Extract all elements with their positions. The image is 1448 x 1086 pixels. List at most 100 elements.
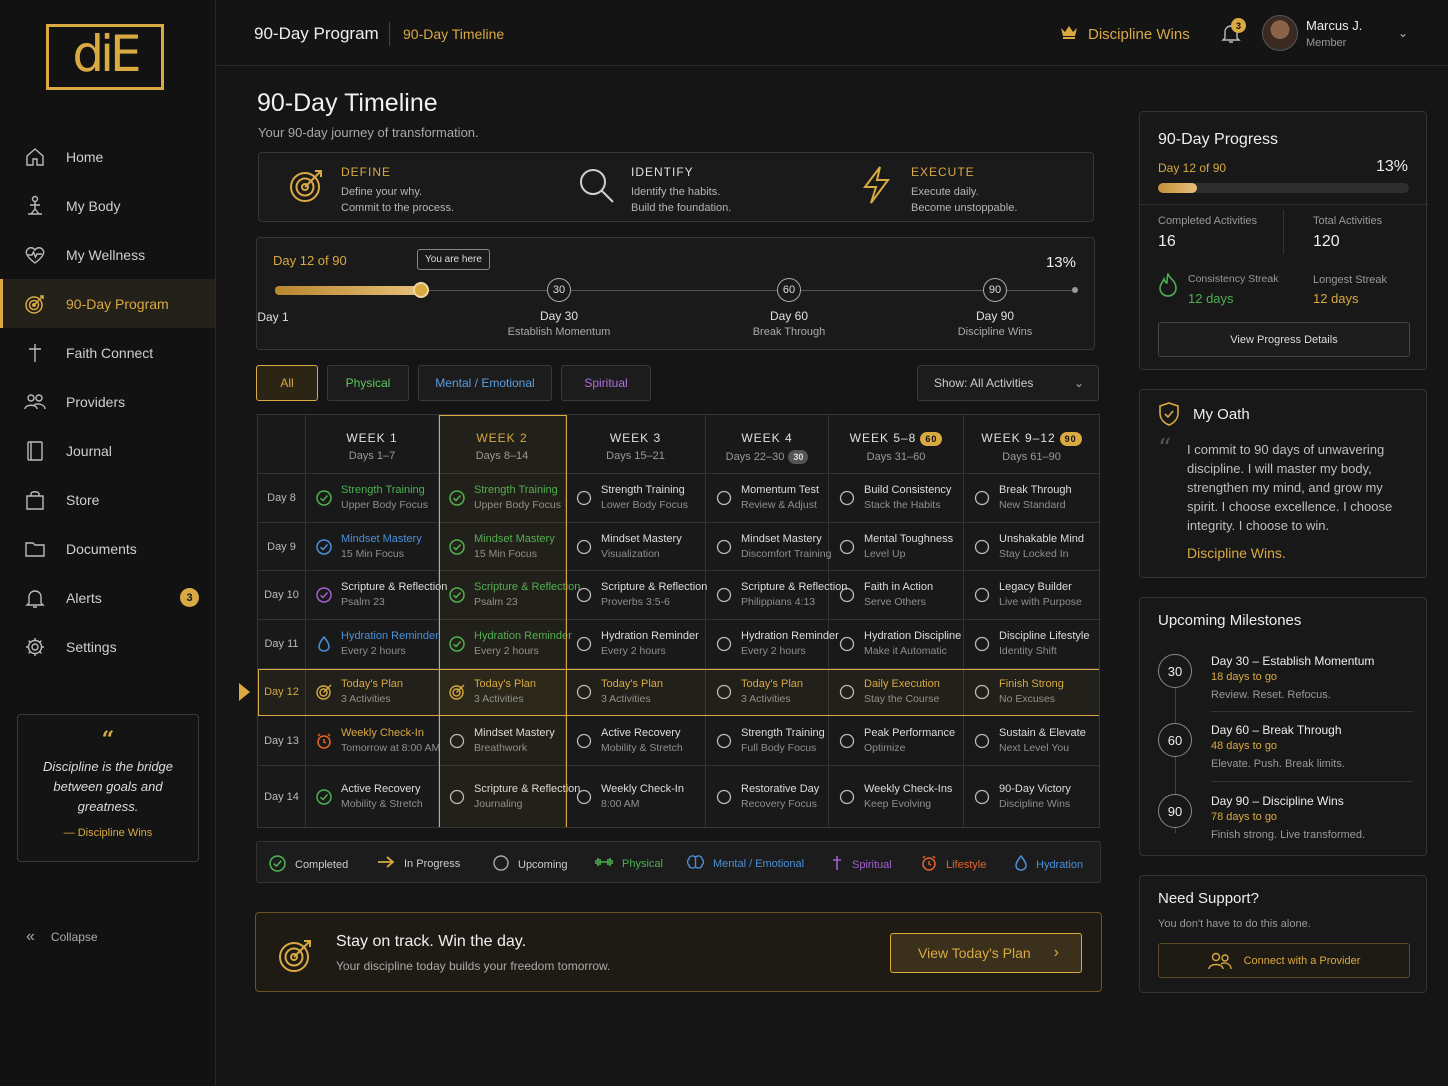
activity-cell[interactable]: Today's Plan 3 Activities [306, 669, 439, 716]
activity-cell[interactable]: Legacy Builder Live with Purpose [964, 571, 1099, 620]
activity-cell[interactable]: Strength Training Upper Body Focus [306, 474, 439, 523]
view-progress-details-button[interactable]: View Progress Details [1158, 322, 1410, 357]
activity-cell[interactable]: Today's Plan 3 Activities [566, 669, 706, 716]
stay-on-track-banner: Stay on track. Win the day. Your discipl… [255, 912, 1102, 992]
sidebar-item-faith-connect[interactable]: Faith Connect [0, 328, 215, 377]
week-header[interactable]: WEEK 9–12 90 Days 61–90 [964, 415, 1099, 474]
activity-cell[interactable]: Hydration Reminder Every 2 hours [566, 620, 706, 669]
activity-cell[interactable]: Mental Toughness Level Up [829, 523, 964, 571]
discipline-wins-link[interactable]: Discipline Wins [1060, 25, 1190, 43]
activity-cell[interactable]: Weekly Check-In 8:00 AM [566, 766, 706, 827]
collapse-button[interactable]: « Collapse [26, 928, 98, 946]
activity-cell[interactable]: Mindset Mastery 15 Min Focus [439, 523, 566, 571]
activity-cell[interactable]: Hydration Reminder Every 2 hours [306, 620, 439, 669]
step-identify: IDENTIFY Identify the habits. Build the fo… [577, 165, 731, 216]
activity-cell[interactable]: Faith in Action Serve Others [829, 571, 964, 620]
activity-subtitle: Psalm 23 [341, 596, 385, 608]
filter-all[interactable]: All [256, 365, 318, 401]
activity-cell[interactable]: Scripture & Reflection Journaling [439, 766, 580, 827]
brand-logo[interactable]: diE [46, 24, 164, 90]
activity-cell[interactable]: Hydration Reminder Every 2 hours [706, 620, 839, 669]
circle-icon [839, 587, 855, 603]
user-name[interactable]: Marcus J. [1306, 18, 1362, 33]
activity-cell[interactable]: Active Recovery Mobility & Stretch [306, 766, 439, 827]
breadcrumb-program[interactable]: 90-Day Program [254, 24, 379, 44]
activity-cell[interactable]: Restorative Day Recovery Focus [706, 766, 829, 827]
activity-cell[interactable]: Scripture & Reflection Proverbs 3:5-6 [566, 571, 707, 620]
sidebar-item-settings[interactable]: Settings [0, 622, 215, 671]
activity-subtitle: Tomorrow at 8:00 AM [341, 741, 441, 754]
activity-cell[interactable]: Strength Training Upper Body Focus [439, 474, 566, 523]
day-label: Day 13 [258, 716, 306, 766]
filter-mental-emotional[interactable]: Mental / Emotional [418, 365, 552, 401]
sidebar-item-providers[interactable]: Providers [0, 377, 215, 426]
sidebar-item-alerts[interactable]: Alerts 3 [0, 573, 215, 622]
circle-icon [974, 733, 990, 749]
track-current-marker[interactable] [413, 282, 429, 298]
people-icon [1207, 952, 1232, 970]
activity-cell[interactable]: Peak Performance Optimize [829, 716, 964, 766]
week-header[interactable]: WEEK 4 Days 22–30 30 [706, 415, 829, 474]
sidebar-item-my-wellness[interactable]: My Wellness [0, 230, 215, 279]
milestone-marker-30[interactable]: 30 [547, 278, 571, 302]
week-header[interactable]: WEEK 1 Days 1–7 [306, 415, 439, 474]
activity-cell[interactable]: Today's Plan 3 Activities [706, 669, 829, 716]
circle-icon [493, 855, 509, 874]
breadcrumb-timeline[interactable]: 90-Day Timeline [403, 26, 504, 42]
activity-cell[interactable]: Scripture & Reflection Philippians 4:13 [706, 571, 847, 620]
sidebar-item-my-body[interactable]: My Body [0, 181, 215, 230]
activity-cell[interactable]: Strength Training Lower Body Focus [566, 474, 706, 523]
activity-cell[interactable]: Mindset Mastery Breathwork [439, 716, 566, 766]
view-todays-plan-button[interactable]: View Today's Plan › [890, 933, 1082, 973]
activity-cell[interactable]: Scripture & Reflection Psalm 23 [439, 571, 580, 620]
activity-cell[interactable]: Discipline Lifestyle Identity Shift [964, 620, 1099, 669]
activity-title: Mindset Mastery [474, 726, 555, 739]
milestone-marker-60[interactable]: 60 [777, 278, 801, 302]
activity-cell[interactable]: Finish Strong No Excuses [964, 669, 1099, 716]
activity-subtitle: Every 2 hours [341, 645, 406, 657]
week-header[interactable]: WEEK 2 Days 8–14 [439, 415, 566, 474]
activity-cell[interactable]: Unshakable Mind Stay Locked In [964, 523, 1099, 571]
check-circle-icon [449, 636, 465, 652]
activity-cell[interactable]: Mindset Mastery Visualization [566, 523, 706, 571]
sidebar-item-journal[interactable]: Journal [0, 426, 215, 475]
activity-cell[interactable]: 90-Day Victory Discipline Wins [964, 766, 1099, 827]
activity-cell[interactable]: Mindset Mastery Discomfort Training [706, 523, 831, 571]
activity-cell[interactable]: Momentum Test Review & Adjust [706, 474, 829, 523]
sidebar-item-home[interactable]: Home [0, 132, 215, 181]
progress-bar-fill [1158, 183, 1198, 193]
show-activities-select[interactable]: Show: All Activities ⌄ [917, 365, 1099, 401]
filter-physical[interactable]: Physical [327, 365, 409, 401]
milestone-title: Day 90 – Discipline Wins [1211, 794, 1344, 808]
sidebar-item-documents[interactable]: Documents [0, 524, 215, 573]
activity-cell[interactable]: Active Recovery Mobility & Stretch [566, 716, 706, 766]
activity-cell[interactable]: Hydration Discipline Make it Automatic [829, 620, 964, 669]
divider [1211, 711, 1413, 712]
activity-cell[interactable]: Today's Plan 3 Activities [439, 669, 566, 716]
activity-cell[interactable]: Break Through New Standard [964, 474, 1099, 523]
activity-cell[interactable]: Sustain & Elevate Next Level You [964, 716, 1099, 766]
week-header[interactable]: WEEK 5–8 60 Days 31–60 [829, 415, 964, 474]
week-header[interactable]: WEEK 3 Days 15–21 [566, 415, 706, 474]
chevron-down-icon[interactable]: ⌄ [1398, 26, 1408, 40]
connect-provider-button[interactable]: Connect with a Provider [1158, 943, 1410, 978]
avatar[interactable] [1262, 15, 1298, 51]
sidebar-item-store[interactable]: Store [0, 475, 215, 524]
activity-cell[interactable]: Scripture & Reflection Psalm 23 [306, 571, 447, 620]
activity-cell[interactable]: Hydration Reminder Every 2 hours [439, 620, 572, 669]
filter-spiritual[interactable]: Spiritual [561, 365, 651, 401]
activity-cell[interactable]: Strength Training Full Body Focus [706, 716, 829, 766]
activity-cell[interactable]: Weekly Check-Ins Keep Evolving [829, 766, 964, 827]
activity-cell[interactable]: Build Consistency Stack the Habits [829, 474, 964, 523]
activity-cell[interactable]: Daily Execution Stay the Course [829, 669, 964, 716]
grid-corner [258, 415, 306, 474]
sidebar-item-90-day-program[interactable]: 90-Day Program [0, 279, 215, 328]
milestone-marker-90[interactable]: 90 [983, 278, 1007, 302]
heart-pulse-icon [24, 244, 46, 266]
activity-cell[interactable]: Mindset Mastery 15 Min Focus [306, 523, 439, 571]
sidebar-item-label: Settings [66, 638, 117, 655]
check-circle-icon [449, 538, 465, 555]
activity-cell[interactable]: Weekly Check-In Tomorrow at 8:00 AM [306, 716, 441, 766]
milestone-number: 60 [1158, 723, 1192, 757]
target-icon [276, 935, 316, 980]
